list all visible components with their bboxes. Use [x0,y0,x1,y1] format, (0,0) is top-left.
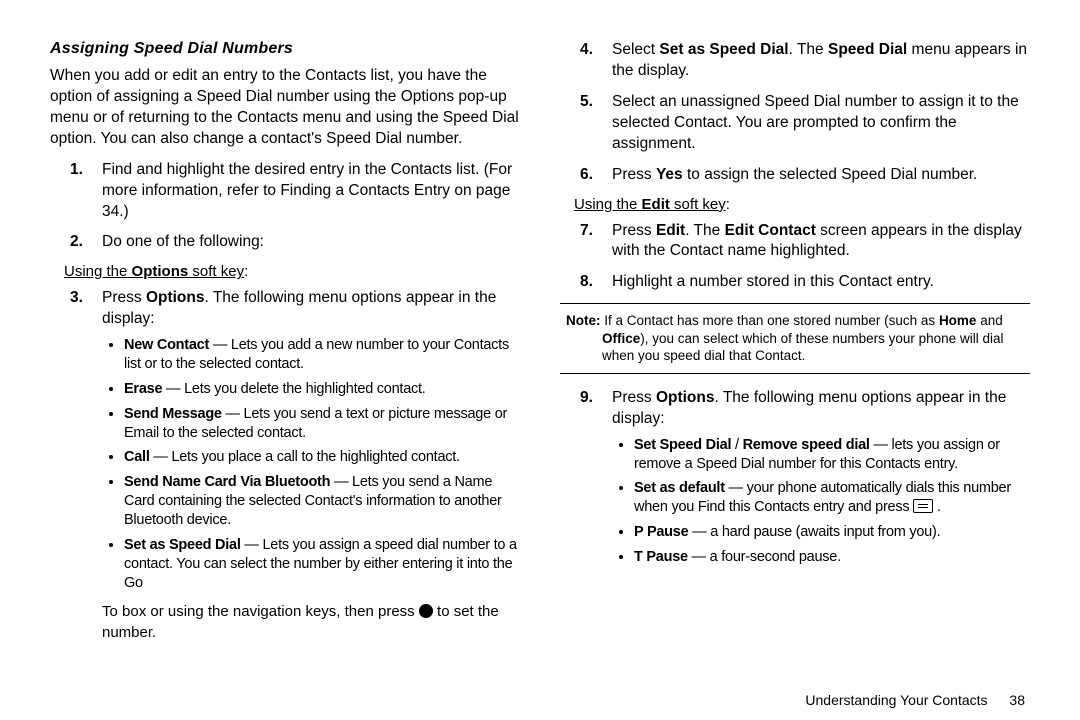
step-4: Select Set as Speed Dial. The Speed Dial… [560,40,1030,82]
step-5: Select an unassigned Speed Dial number t… [560,92,1030,155]
bullet-t-pause: T Pause — a four-second pause. [634,548,1030,567]
step-9: Press Options. The following menu option… [560,388,1030,567]
intro-paragraph: When you add or edit an entry to the Con… [50,66,520,150]
footer-section: Understanding Your Contacts [805,692,987,708]
page-number: 38 [1009,692,1025,708]
step-6: Press Yes to assign the selected Speed D… [560,165,1030,186]
step-7: Press Edit. The Edit Contact screen appe… [560,221,1030,263]
bullet-set-default: Set as default — your phone automaticall… [634,479,1030,517]
step-3-continuation: To box or using the navigation keys, the… [102,602,520,643]
step-1: Find and highlight the desired entry in … [50,160,520,223]
ok-button-icon [419,604,433,618]
xref-link: Finding a Contacts Entry [280,182,450,199]
bullet-send-namecard: Send Name Card Via Bluetooth — Lets you … [124,473,520,530]
manual-page: Assigning Speed Dial Numbers When you ad… [0,0,1080,700]
section-heading: Assigning Speed Dial Numbers [50,40,520,58]
send-key-icon [913,499,933,513]
subhead-options-softkey: Using the Options soft key: [64,263,520,280]
bullet-set-speed-dial: Set as Speed Dial — Lets you assign a sp… [124,536,520,593]
step-3: Press Options. The following menu option… [50,288,520,592]
bullet-new-contact: New Contact — Lets you add a new number … [124,336,520,374]
bullet-set-remove-speed-dial: Set Speed Dial / Remove speed dial — let… [634,436,1030,474]
page-footer: Understanding Your Contacts 38 [805,692,1025,708]
step-2: Do one of the following: [50,232,520,253]
subhead-edit-softkey: Using the Edit soft key: [574,196,1030,213]
step-8: Highlight a number stored in this Contac… [560,272,1030,293]
bullet-call: Call — Lets you place a call to the high… [124,448,520,467]
bullet-p-pause: P Pause — a hard pause (awaits input fro… [634,523,1030,542]
note-block: Note: If a Contact has more than one sto… [560,303,1030,374]
bullet-send-message: Send Message — Lets you send a text or p… [124,405,520,443]
bullet-erase: Erase — Lets you delete the highlighted … [124,380,520,399]
